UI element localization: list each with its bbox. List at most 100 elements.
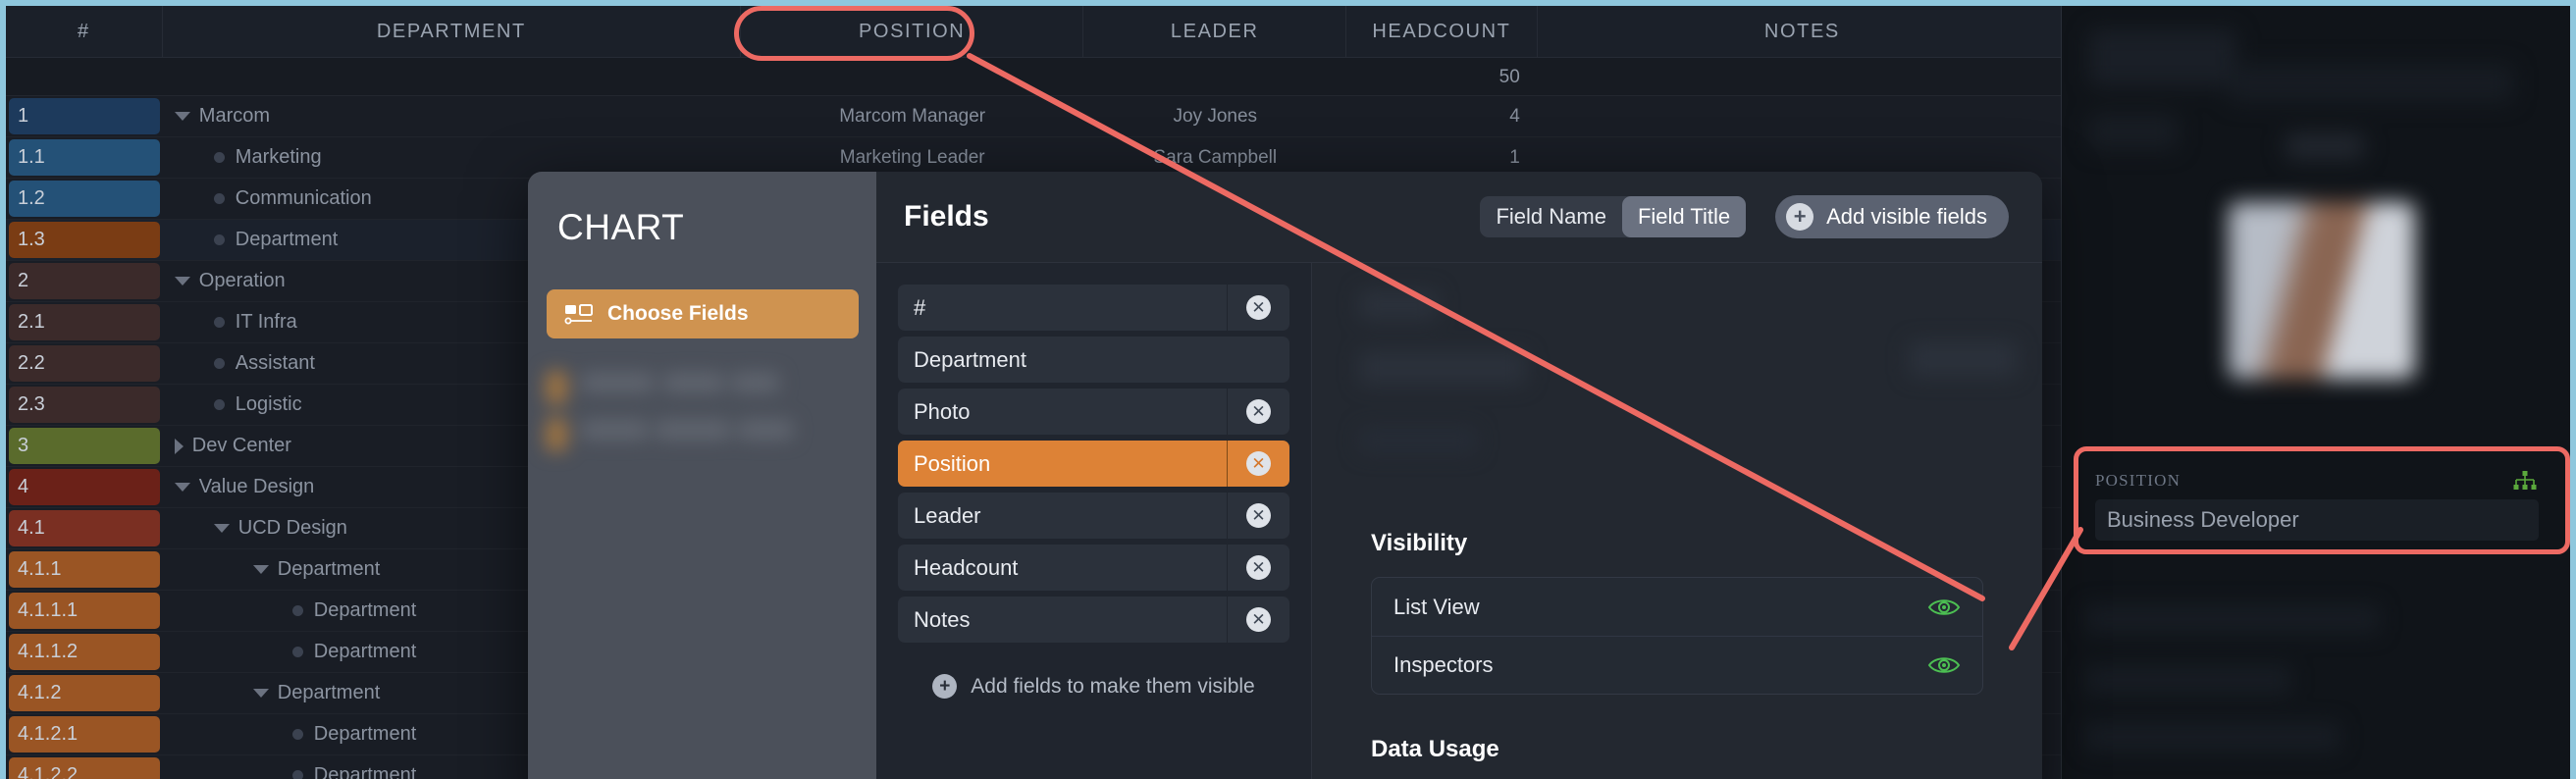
chevron-down-icon[interactable] [174,483,190,492]
position-cell[interactable]: Marcom Manager [741,96,1084,136]
table-row[interactable]: 1 Marcom Marcom Manager Joy Jones 4 [6,96,2067,137]
chevron-down-icon[interactable] [174,277,190,286]
eye-icon[interactable] [1927,654,1961,676]
department-label: IT Infra [235,311,297,333]
department-label: UCD Design [237,517,347,539]
row-bullet-icon [213,399,225,410]
visibility-section-title: Visibility [1371,530,1468,556]
row-number-cell[interactable]: 4.1.1.1 [6,591,163,631]
row-number-cell[interactable]: 4.1.1.2 [6,632,163,672]
field-list-item[interactable]: # ✕ [898,285,1289,331]
modal-sidebar: CHART Choose Fields [528,172,876,779]
annotation-rect-inspector-position [2074,446,2570,554]
chevron-down-icon[interactable] [213,524,230,533]
department-cell[interactable]: Marcom [163,96,741,136]
row-number-badge: 1 [9,98,160,134]
inspector-blurred-lower [2062,575,2571,779]
choose-fields-label: Choose Fields [607,302,749,325]
chevron-right-icon[interactable] [174,438,184,454]
modal-title: CHART [557,207,685,247]
row-number-cell[interactable]: 1.3 [6,220,163,260]
field-list-item-label: Position [914,450,991,476]
remove-field-button[interactable]: ✕ [1227,597,1289,643]
row-number-badge: 3 [9,428,160,464]
close-icon: ✕ [1246,295,1271,320]
tab-field-title[interactable]: Field Title [1621,196,1747,237]
headcount-cell[interactable]: 4 [1346,96,1538,136]
close-icon: ✕ [1246,503,1271,528]
row-number-cell[interactable]: 1.2 [6,179,163,219]
field-list-item-label: Department [914,346,1026,372]
remove-field-button[interactable]: ✕ [1227,545,1289,591]
row-number-cell[interactable]: 1 [6,96,163,136]
row-number-badge: 4.1.1 [9,551,160,588]
department-label: Dev Center [191,435,291,456]
field-list-item[interactable]: Department✕ [898,337,1289,383]
department-label: Marketing [235,146,322,168]
add-visible-fields-label: Add visible fields [1826,204,1987,229]
field-list-item[interactable]: Leader ✕ [898,493,1289,539]
visibility-label-inspectors: Inspectors [1393,652,1494,677]
row-number-cell[interactable]: 4.1.2.1 [6,714,163,754]
close-icon: ✕ [1246,399,1271,424]
row-number-cell[interactable]: 4.1.2.2 [6,755,163,779]
row-number-badge: 4 [9,469,160,505]
remove-field-button[interactable]: ✕ [1227,389,1289,435]
field-list-item[interactable]: Photo ✕ [898,389,1289,435]
row-number-cell[interactable]: 3 [6,426,163,466]
inspector-panel: POSITION Business Developer [2061,6,2570,779]
visibility-row-list-view[interactable]: List View [1372,578,1982,636]
field-list-item[interactable]: Notes ✕ [898,597,1289,643]
row-number-cell[interactable]: 4.1.2 [6,673,163,713]
column-header-number[interactable]: # [6,5,163,58]
remove-field-button[interactable]: ✕ [1227,285,1289,331]
plus-circle-icon: + [1786,203,1814,231]
field-list-item-label: Photo [914,398,971,424]
row-number-cell[interactable]: 4 [6,467,163,507]
data-usage-section-title: Data Usage [1371,736,1499,762]
remove-field-button[interactable]: ✕ [1227,493,1289,539]
sidebar-blurred-items [538,363,867,476]
chevron-down-icon[interactable] [252,565,269,574]
column-header-headcount[interactable]: HEADCOUNT [1346,5,1538,58]
row-number-cell[interactable]: 4.1.1 [6,549,163,590]
remove-field-button[interactable]: ✕ [1227,441,1289,487]
row-number-cell[interactable]: 4.1 [6,508,163,548]
row-number-cell[interactable]: 2 [6,261,163,301]
choose-fields-button[interactable]: Choose Fields [547,289,859,338]
add-visible-fields-button[interactable]: + Add visible fields [1775,195,2009,238]
department-label: Department [313,723,417,745]
close-icon: ✕ [1246,451,1271,476]
summary-cell-leader [1083,58,1346,96]
eye-icon[interactable] [1927,597,1961,618]
row-number-badge: 4.1.1.1 [9,593,160,629]
column-header-leader[interactable]: LEADER [1083,5,1347,58]
close-icon: ✕ [1246,555,1271,580]
department-label: Department [277,558,381,580]
choose-fields-modal: CHART Choose Fields Fields Field Name Fi… [528,172,2042,779]
department-label: Department [313,599,417,621]
row-number-cell[interactable]: 1.1 [6,137,163,178]
department-label: Department [313,641,417,662]
chevron-down-icon[interactable] [174,112,190,121]
field-list-item[interactable]: Position ✕ [898,441,1289,487]
row-bullet-icon [213,234,225,245]
notes-cell[interactable] [1538,96,2067,136]
add-fields-hint[interactable]: + Add fields to make them visible [898,674,1289,699]
annotation-ellipse-position-column [734,6,974,61]
tab-field-name[interactable]: Field Name [1480,196,1621,237]
summary-cell-notes [1538,58,2067,96]
row-number-cell[interactable]: 2.2 [6,343,163,384]
column-header-department[interactable]: DEPARTMENT [163,5,741,58]
row-number-badge: 2.3 [9,387,160,423]
row-bullet-icon [291,770,303,779]
row-number-cell[interactable]: 2.1 [6,302,163,342]
chevron-down-icon[interactable] [252,689,269,698]
row-number-badge: 1.2 [9,181,160,217]
field-list-item[interactable]: Headcount ✕ [898,545,1289,591]
row-number-cell[interactable]: 2.3 [6,385,163,425]
column-header-notes[interactable]: NOTES [1538,6,2067,58]
leader-cell[interactable]: Joy Jones [1083,96,1346,136]
modal-header: Fields Field Name Field Title + Add visi… [876,172,2042,263]
visibility-row-inspectors[interactable]: Inspectors [1372,636,1982,694]
